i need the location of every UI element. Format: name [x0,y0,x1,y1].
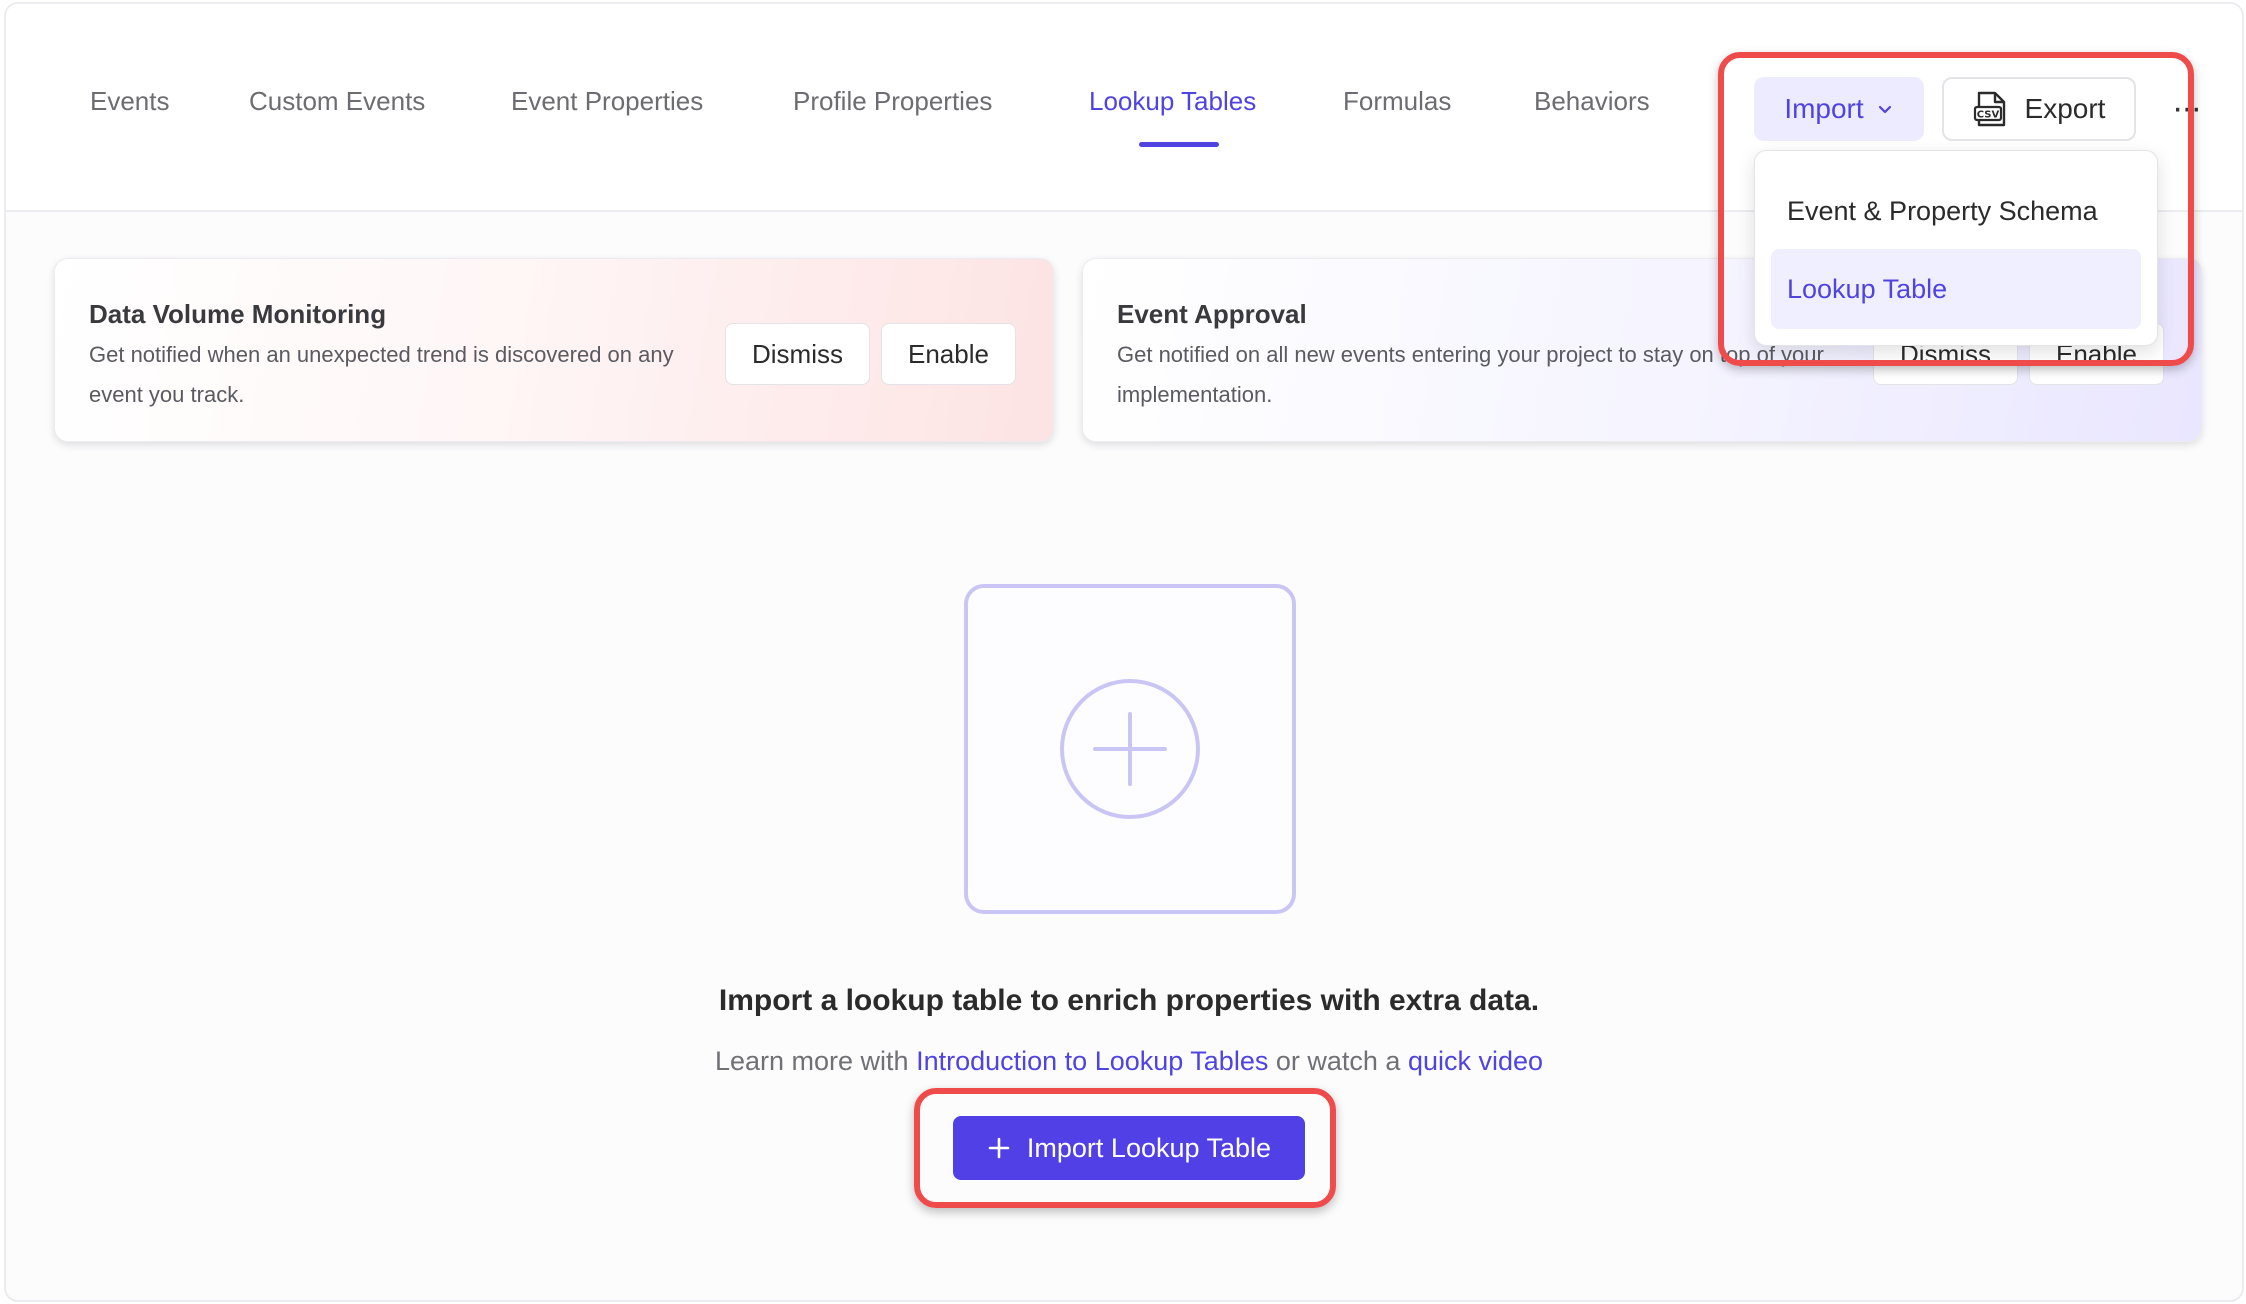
export-button[interactable]: CSV Export [1942,77,2136,141]
import-lookup-table-label: Import Lookup Table [1026,1132,1272,1163]
plus-icon [988,1137,1010,1159]
export-label: Export [2024,93,2106,124]
plus-circle-icon [1060,679,1200,819]
more-options-button[interactable]: ··· [2166,88,2206,128]
csv-file-icon: CSV [1973,91,2005,127]
tab-events[interactable]: Events [90,86,170,117]
import-lookup-table-button[interactable]: Import Lookup Table [953,1116,1305,1180]
banner-description: Get notified when an unexpected trend is… [89,342,674,407]
tab-event-properties[interactable]: Event Properties [511,86,703,117]
tab-lookup-tables[interactable]: Lookup Tables [1089,86,1256,117]
import-dropdown-button[interactable]: Import [1754,77,1924,141]
import-label: Import [1784,93,1864,124]
or-watch-text: or watch a [1275,1046,1401,1076]
banner-description: Get notified on all new events entering … [1117,342,1824,407]
enable-button[interactable]: Enable [881,323,1016,385]
import-dropdown-menu: Event & Property Schema Lookup Table [1754,150,2158,346]
tab-profile-properties[interactable]: Profile Properties [793,86,992,117]
dismiss-button[interactable]: Dismiss [725,323,870,385]
quick-video-link[interactable]: quick video [1408,1046,1543,1076]
tab-formulas[interactable]: Formulas [1343,86,1451,117]
chevron-down-icon [1878,105,1891,114]
active-tab-indicator [1139,142,1219,147]
data-volume-monitoring-banner: Data Volume Monitoring Get notified when… [54,258,1054,442]
tab-behaviors[interactable]: Behaviors [1534,86,1650,117]
ellipsis-icon: ··· [2172,88,2202,127]
intro-lookup-tables-link[interactable]: Introduction to Lookup Tables [916,1046,1268,1076]
empty-state-subtitle: Learn more with Introduction to Lookup T… [6,1046,2242,1077]
app-frame: Events Custom Events Event Properties Pr… [4,2,2244,1302]
learn-more-text: Learn more with [714,1046,909,1076]
banner-title: Data Volume Monitoring [89,299,387,329]
banner-title: Event Approval [1117,299,1307,329]
menu-item-lookup-table[interactable]: Lookup Table [1771,249,2141,329]
add-lookup-table-card[interactable] [964,584,1296,914]
menu-item-event-property-schema[interactable]: Event & Property Schema [1771,171,2141,251]
svg-text:CSV: CSV [1976,110,1999,121]
empty-state-title: Import a lookup table to enrich properti… [718,984,1540,1017]
tab-custom-events[interactable]: Custom Events [249,86,425,117]
